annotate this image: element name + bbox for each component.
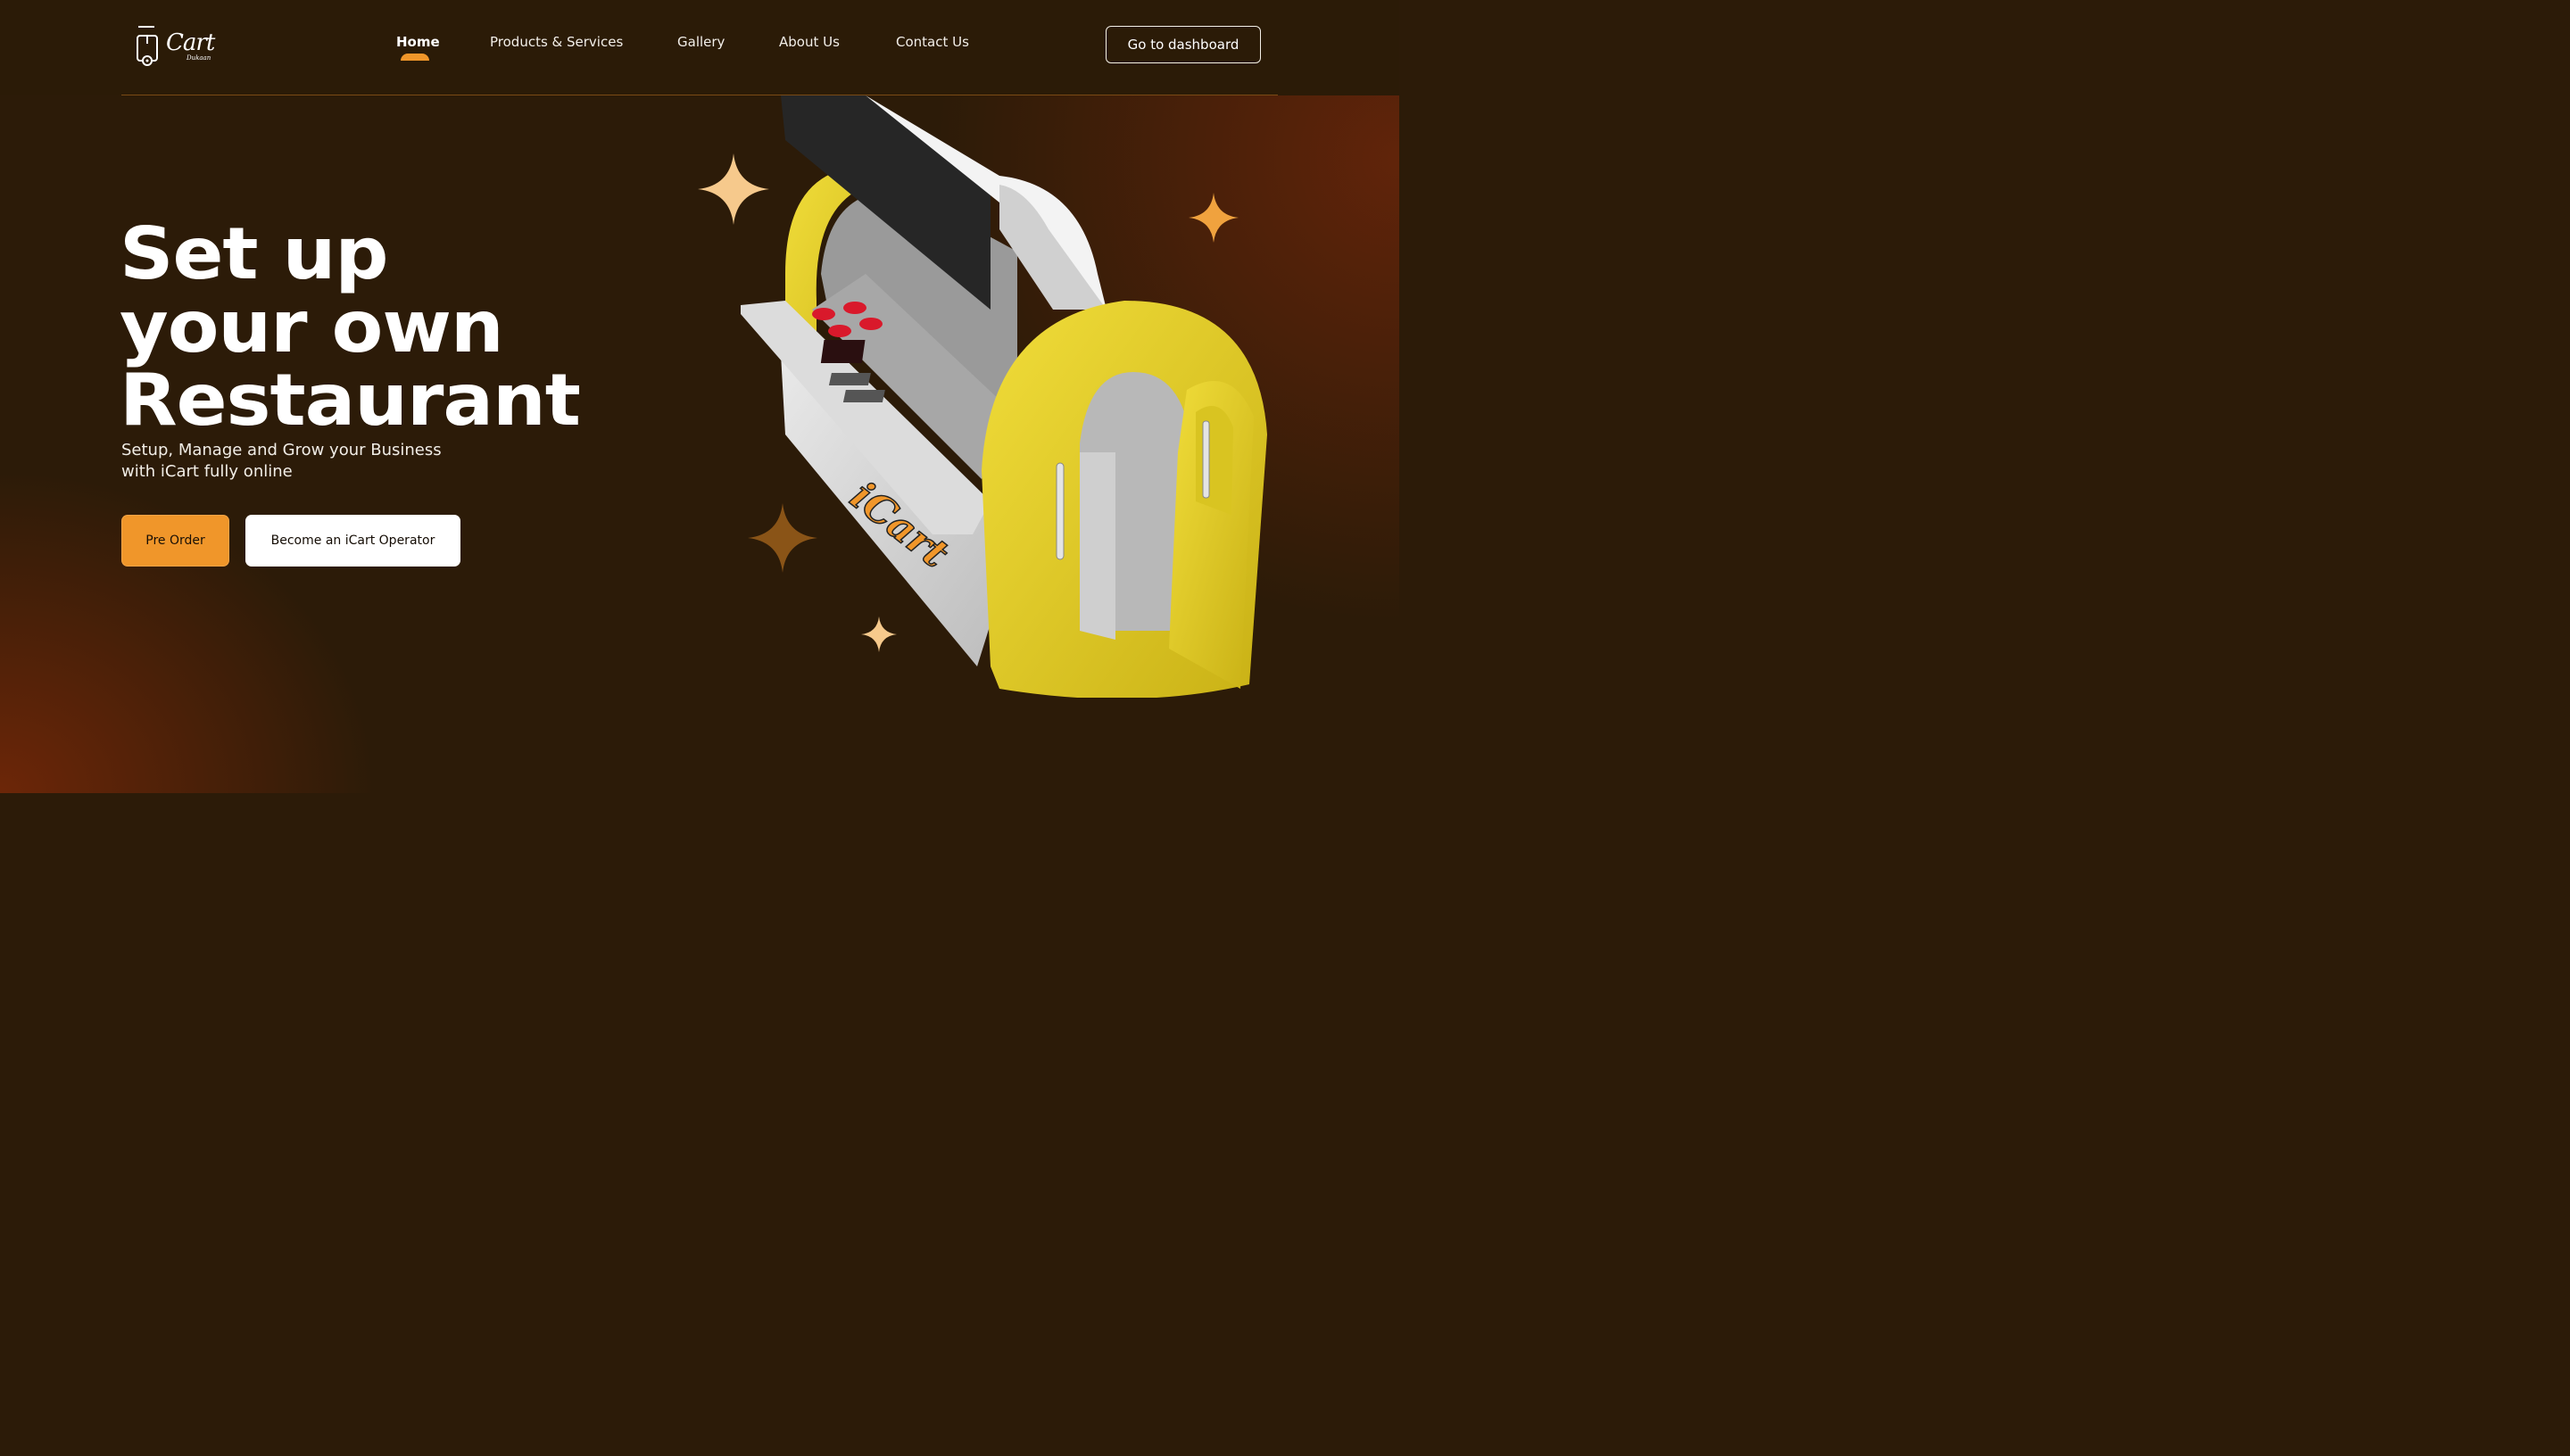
nav-home[interactable]: Home (396, 34, 440, 50)
hero-title-line: your own (120, 285, 504, 368)
hero-subtitle: Setup, Manage and Grow your Business wit… (121, 440, 496, 483)
nav-gallery[interactable]: Gallery (677, 34, 725, 50)
site-logo[interactable]: Cart Dukaan (134, 24, 216, 67)
active-nav-indicator (401, 54, 429, 61)
food-cart-illustration: iCart (741, 95, 1267, 698)
hero-subtitle-line: Setup, Manage and Grow your Business (121, 441, 442, 459)
hero-title: Set up your own Restaurant (120, 212, 581, 442)
logo-text: Cart (166, 29, 215, 56)
food-cart-icon (137, 26, 158, 66)
nav-about-us[interactable]: About Us (779, 34, 840, 50)
pre-order-button[interactable]: Pre Order (121, 515, 229, 567)
go-to-dashboard-button[interactable]: Go to dashboard (1106, 26, 1261, 63)
site-header: Cart Dukaan Home Products & Services Gal… (0, 0, 1399, 95)
nav-contact-us[interactable]: Contact Us (896, 34, 969, 50)
logo-subtext: Dukaan (187, 54, 211, 62)
hero-title-line: Set up (120, 212, 389, 295)
become-operator-button[interactable]: Become an iCart Operator (245, 515, 460, 567)
nav-products-services[interactable]: Products & Services (490, 34, 623, 50)
hero-subtitle-line: with iCart fully online (121, 462, 293, 481)
hero-title-line: Restaurant (120, 359, 581, 442)
